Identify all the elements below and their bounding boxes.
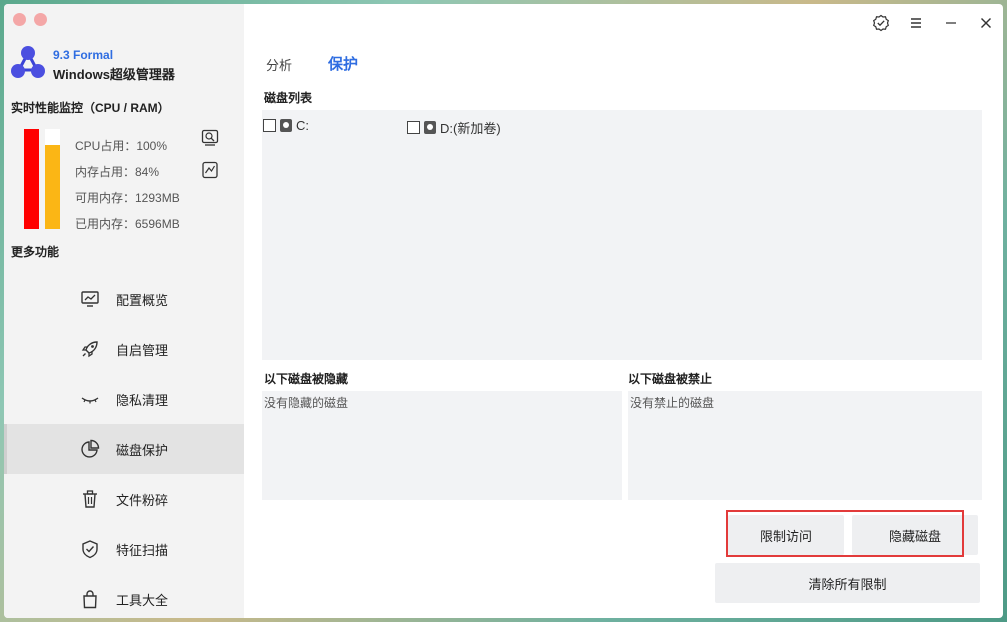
hidden-disks-empty-text: 没有隐藏的磁盘 xyxy=(264,396,349,410)
sidebar: 9.3 Formal Windows超级管理器 实时性能监控（CPU / RAM… xyxy=(4,4,244,618)
cpu-usage-text: CPU占用：100% xyxy=(75,139,168,153)
verified-badge-icon[interactable] xyxy=(872,14,890,32)
trash-icon xyxy=(79,488,101,510)
sidebar-nav: 配置概览 自启管理 隐私清理 磁盘保护 文件粉碎 特征扫描 工具大全 xyxy=(4,274,244,618)
close-dot-icon[interactable] xyxy=(13,13,26,26)
window-controls-left xyxy=(13,13,47,26)
app-window: 9.3 Formal Windows超级管理器 实时性能监控（CPU / RAM… xyxy=(4,4,1003,618)
clear-restrictions-button[interactable]: 清除所有限制 xyxy=(715,563,980,603)
banned-disks-empty-text: 没有禁止的磁盘 xyxy=(630,396,715,410)
available-memory-text: 可用内存：1293MB xyxy=(75,191,180,205)
monitor-title: 实时性能监控（CPU / RAM） xyxy=(11,101,170,115)
ram-bar xyxy=(45,129,60,229)
sidebar-item-tools[interactable]: 工具大全 xyxy=(4,574,244,618)
sidebar-item-feature-scan[interactable]: 特征扫描 xyxy=(4,524,244,574)
menu-icon[interactable] xyxy=(907,14,925,32)
sidebar-item-label: 磁盘保护 xyxy=(116,442,169,458)
app-logo-icon xyxy=(11,46,45,78)
rocket-icon xyxy=(79,338,101,360)
app-name: Windows超级管理器 xyxy=(53,67,175,82)
shield-check-icon xyxy=(79,538,101,560)
disk-c-checkbox[interactable] xyxy=(263,119,276,132)
app-version: 9.3 Formal xyxy=(53,48,114,62)
disk-d-label: D:(新加卷) xyxy=(440,121,501,136)
drive-icon xyxy=(424,121,436,134)
disk-item-c[interactable]: C: xyxy=(263,118,309,133)
sidebar-item-label: 自启管理 xyxy=(116,342,169,358)
restrict-access-button[interactable]: 限制访问 xyxy=(728,515,844,555)
ram-bar-fill xyxy=(45,145,60,229)
sidebar-item-disk-protect[interactable]: 磁盘保护 xyxy=(4,424,244,474)
sidebar-item-label: 特征扫描 xyxy=(116,542,169,558)
banned-disks-label: 以下磁盘被禁止 xyxy=(628,372,713,386)
memory-chart-icon[interactable] xyxy=(201,161,219,179)
cpu-bar xyxy=(24,129,39,229)
hide-disk-button[interactable]: 隐藏磁盘 xyxy=(852,515,978,555)
sidebar-item-label: 文件粉碎 xyxy=(116,492,169,508)
more-features-label: 更多功能 xyxy=(11,245,60,259)
disk-item-d[interactable]: D:(新加卷) xyxy=(407,118,501,137)
sidebar-item-label: 配置概览 xyxy=(116,292,169,308)
sidebar-item-shredder[interactable]: 文件粉碎 xyxy=(4,474,244,524)
hidden-disks-panel: 没有隐藏的磁盘 xyxy=(262,391,622,500)
disk-c-label: C: xyxy=(296,118,309,133)
ram-usage-text: 内存占用：84% xyxy=(75,165,160,179)
sidebar-item-label: 工具大全 xyxy=(116,592,169,608)
minimize-dot-icon[interactable] xyxy=(34,13,47,26)
banned-disks-panel: 没有禁止的磁盘 xyxy=(628,391,982,500)
closed-eye-icon xyxy=(79,388,101,410)
disk-list-panel: C: D:(新加卷) xyxy=(262,110,982,360)
hidden-disks-label: 以下磁盘被隐藏 xyxy=(264,372,349,386)
sidebar-item-config-overview[interactable]: 配置概览 xyxy=(4,274,244,324)
sidebar-item-label: 隐私清理 xyxy=(116,392,169,408)
sidebar-item-privacy[interactable]: 隐私清理 xyxy=(4,374,244,424)
bag-icon xyxy=(79,588,101,610)
close-icon[interactable] xyxy=(977,14,995,32)
tab-analysis[interactable]: 分析 xyxy=(266,55,292,74)
minimize-icon[interactable] xyxy=(942,14,960,32)
cpu-bar-fill xyxy=(24,129,39,229)
chart-monitor-icon xyxy=(79,288,101,310)
sidebar-item-startup[interactable]: 自启管理 xyxy=(4,324,244,374)
disk-d-checkbox[interactable] xyxy=(407,121,420,134)
drive-icon xyxy=(280,119,292,132)
tab-protect[interactable]: 保护 xyxy=(328,53,358,74)
disk-list-label: 磁盘列表 xyxy=(264,91,313,105)
monitor-search-icon[interactable] xyxy=(201,129,219,147)
used-memory-text: 已用内存：6596MB xyxy=(75,217,180,231)
pie-chart-icon xyxy=(79,438,101,460)
